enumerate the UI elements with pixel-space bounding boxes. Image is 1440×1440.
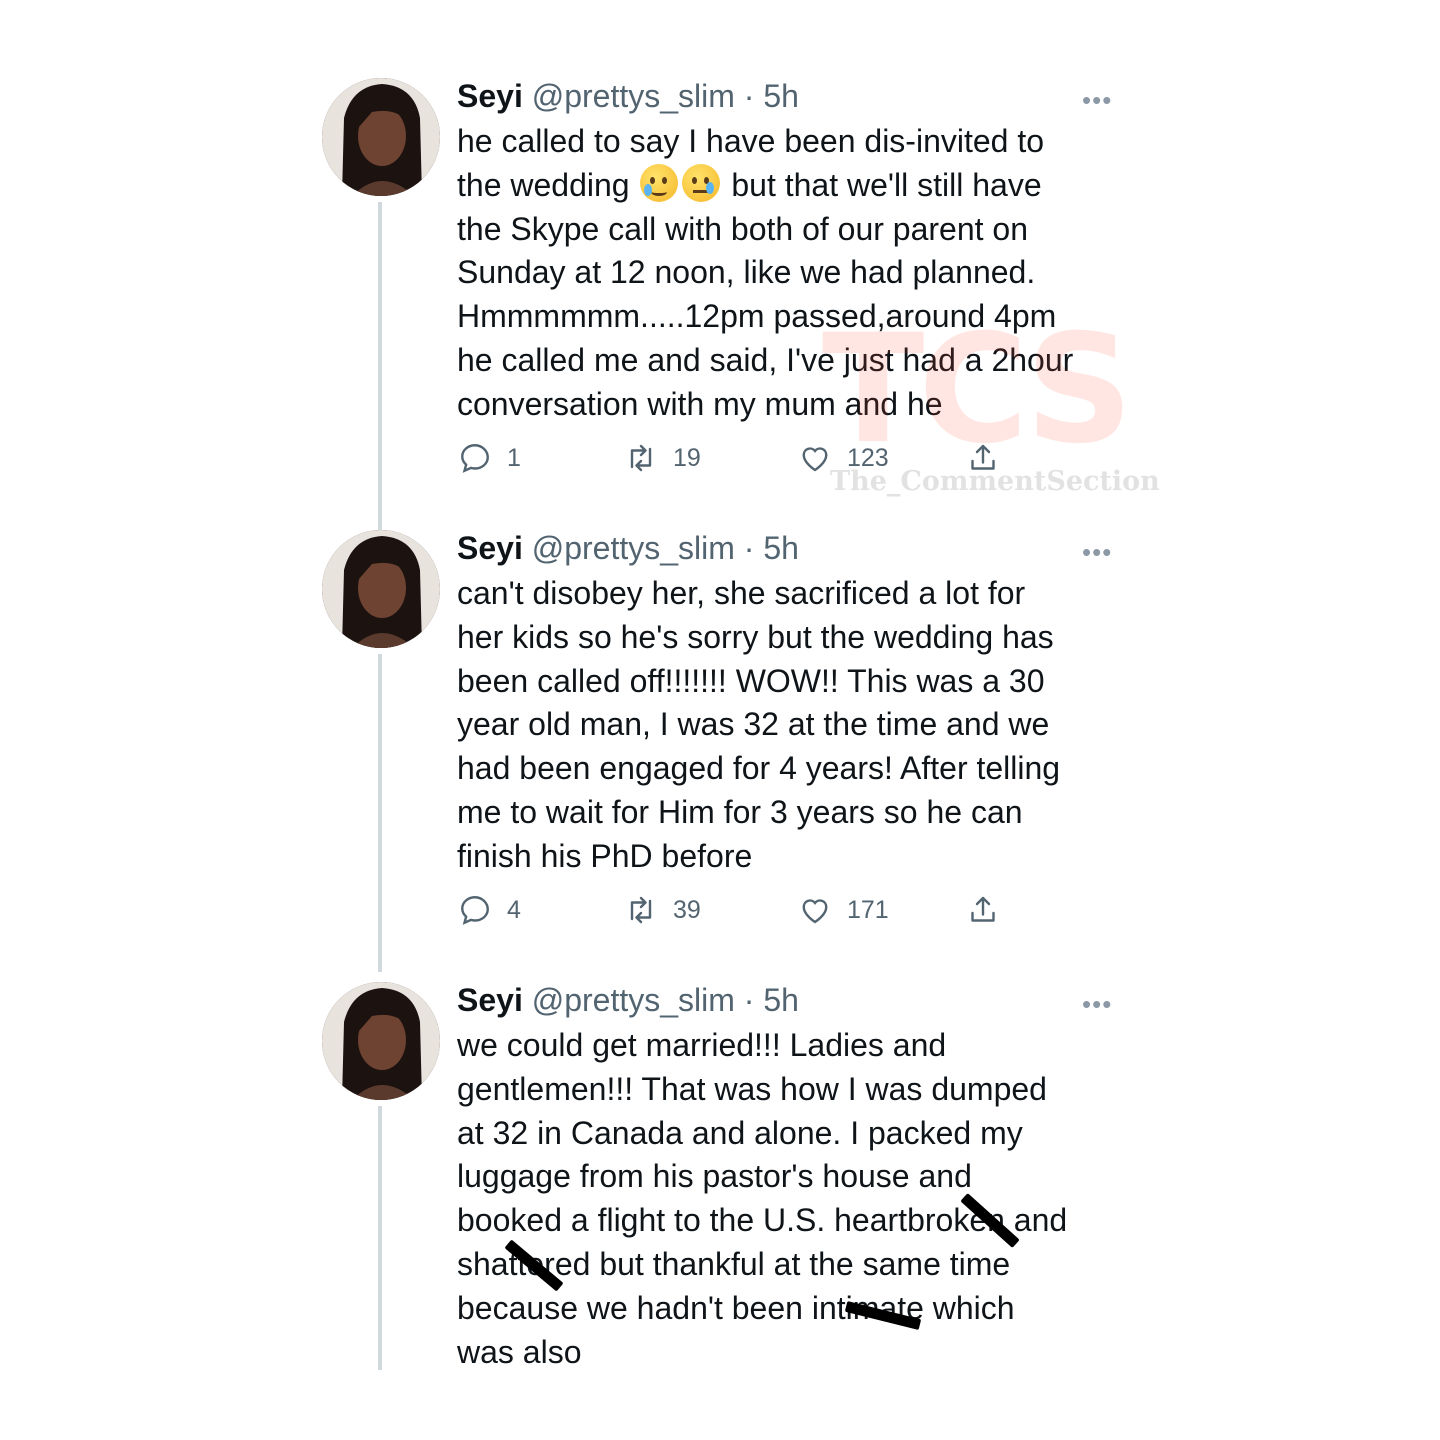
share-icon: [971, 444, 995, 470]
avatar-photo: [322, 530, 440, 648]
tweet-header: Seyi @prettys_slim · 5h: [457, 76, 799, 116]
handle[interactable]: @prettys_slim: [532, 78, 735, 114]
timestamp[interactable]: 5h: [763, 982, 799, 1018]
display-name[interactable]: Seyi: [457, 530, 523, 566]
retweet-count: 19: [673, 443, 701, 472]
avatar-photo: [322, 78, 440, 196]
timestamp[interactable]: 5h: [763, 78, 799, 114]
action-bar: 4 39 171: [457, 890, 1017, 930]
like-count: 171: [847, 895, 889, 924]
thread-line: [378, 1106, 382, 1370]
retweet-button[interactable]: 39: [623, 890, 701, 930]
retweet-icon: [630, 896, 652, 924]
like-count: 123: [847, 443, 889, 472]
crying-face-emoji: [682, 163, 721, 202]
separator: ·: [743, 530, 755, 566]
tweet-text: he called to say I have been dis-invited…: [457, 120, 1137, 427]
reply-count: 1: [507, 443, 521, 472]
display-name[interactable]: Seyi: [457, 982, 523, 1018]
tweet-text-part: but that we'll still have the Skype call…: [457, 166, 1074, 422]
heart-icon: [802, 899, 828, 924]
tweet-text: can't disobey her, she sacrificed a lot …: [457, 575, 1061, 874]
more-options-icon[interactable]: •••: [1082, 991, 1112, 1017]
handle[interactable]: @prettys_slim: [532, 530, 735, 566]
face-holding-back-tears-emoji: [640, 163, 679, 202]
reply-icon: [461, 444, 489, 473]
handle[interactable]: @prettys_slim: [532, 982, 735, 1018]
like-button[interactable]: 123: [797, 438, 889, 478]
retweet-button[interactable]: 19: [623, 438, 701, 478]
avatar[interactable]: [322, 982, 440, 1100]
action-bar: 1 19 123: [457, 438, 1017, 478]
separator: ·: [743, 78, 755, 114]
reply-icon: [461, 896, 489, 925]
more-options-icon[interactable]: •••: [1082, 87, 1112, 113]
reply-count: 4: [507, 895, 521, 924]
avatar[interactable]: [322, 78, 440, 196]
avatar-photo: [322, 982, 440, 1100]
share-button[interactable]: [965, 438, 1001, 478]
timestamp[interactable]: 5h: [763, 530, 799, 566]
tweet-header: Seyi @prettys_slim · 5h: [457, 980, 799, 1020]
thread-line: [378, 654, 382, 972]
reply-button[interactable]: 1: [457, 438, 521, 478]
retweet-count: 39: [673, 895, 701, 924]
tweet-header: Seyi @prettys_slim · 5h: [457, 528, 799, 568]
reply-button[interactable]: 4: [457, 890, 521, 930]
share-button[interactable]: [965, 890, 1001, 930]
heart-icon: [802, 447, 828, 472]
avatar[interactable]: [322, 530, 440, 648]
separator: ·: [743, 982, 755, 1018]
like-button[interactable]: 171: [797, 890, 889, 930]
display-name[interactable]: Seyi: [457, 78, 523, 114]
retweet-icon: [630, 444, 652, 472]
share-icon: [971, 896, 995, 922]
tweet-text: we could get married!!! Ladies and gentl…: [457, 1027, 1068, 1370]
more-options-icon[interactable]: •••: [1082, 539, 1112, 565]
